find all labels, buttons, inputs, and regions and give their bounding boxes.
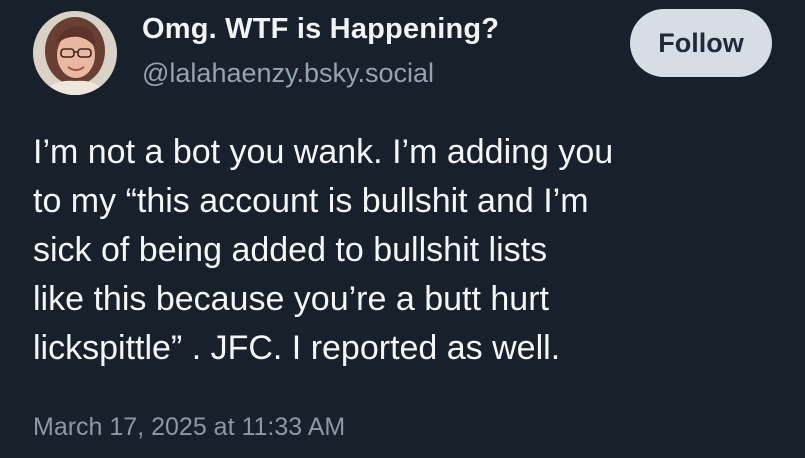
avatar[interactable] xyxy=(33,11,117,95)
avatar-image xyxy=(33,11,117,95)
follow-button[interactable]: Follow xyxy=(630,9,772,77)
post-text-line: lickspittle” . JFC. I reported as well. xyxy=(33,329,561,367)
post-text-line: to my “this account is bullshit and I’m xyxy=(33,182,589,220)
post-text-line: like this because you’re a butt hurt xyxy=(33,280,549,318)
post-text-line: sick of being added to bullshit lists xyxy=(33,231,548,269)
author-display-name[interactable]: Omg. WTF is Happening? xyxy=(142,13,499,46)
author-handle[interactable]: @lalahaenzy.bsky.social xyxy=(142,58,434,89)
post-text-line: I’m not a bot you wank. I’m adding you xyxy=(33,133,614,171)
post-card: Omg. WTF is Happening? @lalahaenzy.bsky.… xyxy=(0,0,805,458)
post-timestamp[interactable]: March 17, 2025 at 11:33 AM xyxy=(33,413,345,442)
post-text: I’m not a bot you wank. I’m adding you t… xyxy=(33,128,788,373)
